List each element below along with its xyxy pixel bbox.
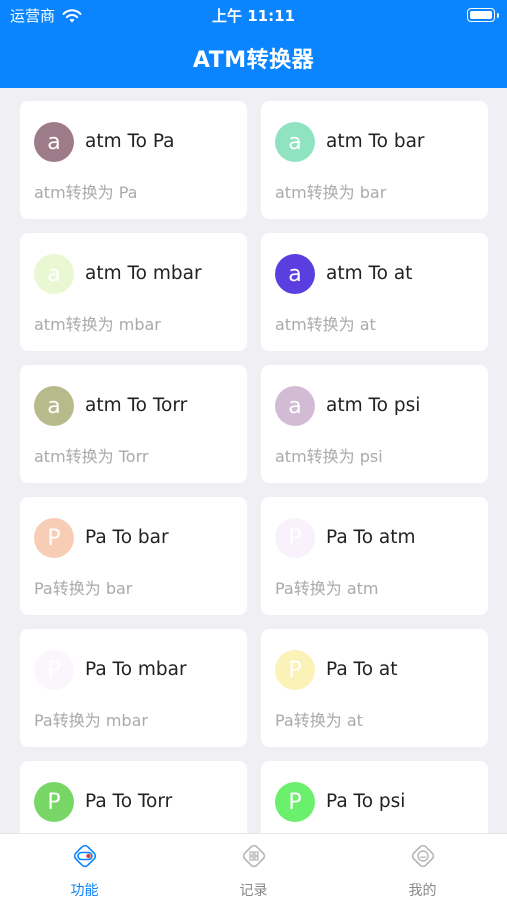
page-title: ATM转换器 xyxy=(192,48,315,73)
converter-card[interactable]: a atm To mbar atm转换为 mbar xyxy=(20,233,247,351)
converter-card[interactable]: a atm To at atm转换为 at xyxy=(261,233,488,351)
letter-avatar: P xyxy=(34,782,74,822)
converter-card[interactable]: a atm To psi atm转换为 psi xyxy=(261,365,488,483)
card-title: atm To psi xyxy=(326,395,421,416)
tab-profile[interactable]: 我的 xyxy=(338,834,507,900)
toggle-icon xyxy=(73,844,96,868)
letter-avatar: a xyxy=(34,254,74,294)
converter-card[interactable]: a atm To bar atm转换为 bar xyxy=(261,101,488,219)
card-subtitle: atm转换为 mbar xyxy=(34,315,161,334)
converter-grid: a atm To Pa atm转换为 Pa a atm To bar atm转换为 bar… xyxy=(20,101,488,833)
letter-avatar: a xyxy=(275,386,315,426)
converter-card[interactable]: P Pa To mbar Pa转换为 mbar xyxy=(20,629,247,747)
converter-list[interactable]: a atm To Pa atm转换为 Pa a atm To bar atm转换为 bar… xyxy=(0,88,507,833)
tab-label: 我的 xyxy=(408,883,437,899)
converter-card[interactable]: a atm To Pa atm转换为 Pa xyxy=(20,101,247,219)
card-subtitle: Pa转换为 at xyxy=(275,711,363,730)
card-title: Pa To atm xyxy=(326,527,416,548)
letter-avatar: a xyxy=(275,122,315,162)
tab-functions[interactable]: 功能 xyxy=(0,834,169,900)
card-title: Pa To psi xyxy=(326,791,406,812)
tab-records[interactable]: 记录 xyxy=(169,834,338,900)
tab-bar: 功能 记录 我的 xyxy=(0,833,507,900)
card-subtitle: Pa转换为 atm xyxy=(275,579,379,598)
card-title: atm To Pa xyxy=(85,131,175,152)
card-subtitle: atm转换为 Pa xyxy=(34,183,138,202)
card-title: Pa To mbar xyxy=(85,659,187,680)
profile-icon xyxy=(411,844,434,868)
letter-avatar: a xyxy=(275,254,315,294)
card-title: atm To at xyxy=(326,263,413,284)
converter-card[interactable]: PPa To psiPa转换为 psi xyxy=(261,761,488,833)
letter-avatar: P xyxy=(275,650,315,690)
battery-icon xyxy=(467,8,499,22)
card-subtitle: Pa转换为 bar xyxy=(34,579,133,598)
tab-label: 功能 xyxy=(70,883,99,899)
card-subtitle: atm转换为 at xyxy=(275,315,376,334)
card-title: atm To Torr xyxy=(85,395,188,416)
card-title: Pa To bar xyxy=(85,527,169,548)
card-subtitle: atm转换为 bar xyxy=(275,183,387,202)
letter-avatar: P xyxy=(275,782,315,822)
letter-avatar: P xyxy=(34,518,74,558)
converter-card[interactable]: P Pa To at Pa转换为 at xyxy=(261,629,488,747)
card-subtitle: atm转换为 psi xyxy=(275,447,383,466)
converter-card[interactable]: PPa To TorrPa转换为 Torr xyxy=(20,761,247,833)
card-title: Pa To Torr xyxy=(85,791,173,812)
card-subtitle: Pa转换为 mbar xyxy=(34,711,148,730)
letter-avatar: P xyxy=(34,650,74,690)
card-title: Pa To at xyxy=(326,659,398,680)
grid-icon xyxy=(242,844,265,868)
card-subtitle: atm转换为 Torr xyxy=(34,447,149,466)
status-bar: 运营商 上午 11:11 xyxy=(0,0,507,30)
navigation-header: 运营商 上午 11:11 ATM转换器 xyxy=(0,0,507,88)
letter-avatar: P xyxy=(275,518,315,558)
converter-card[interactable]: P Pa To bar Pa转换为 bar xyxy=(20,497,247,615)
tab-label: 记录 xyxy=(239,883,268,899)
letter-avatar: a xyxy=(34,122,74,162)
converter-card[interactable]: a atm To Torr atm转换为 Torr xyxy=(20,365,247,483)
card-title: atm To mbar xyxy=(85,263,202,284)
card-title: atm To bar xyxy=(326,131,425,152)
status-time: 上午 11:11 xyxy=(212,7,295,25)
converter-card[interactable]: P Pa To atm Pa转换为 atm xyxy=(261,497,488,615)
letter-avatar: a xyxy=(34,386,74,426)
